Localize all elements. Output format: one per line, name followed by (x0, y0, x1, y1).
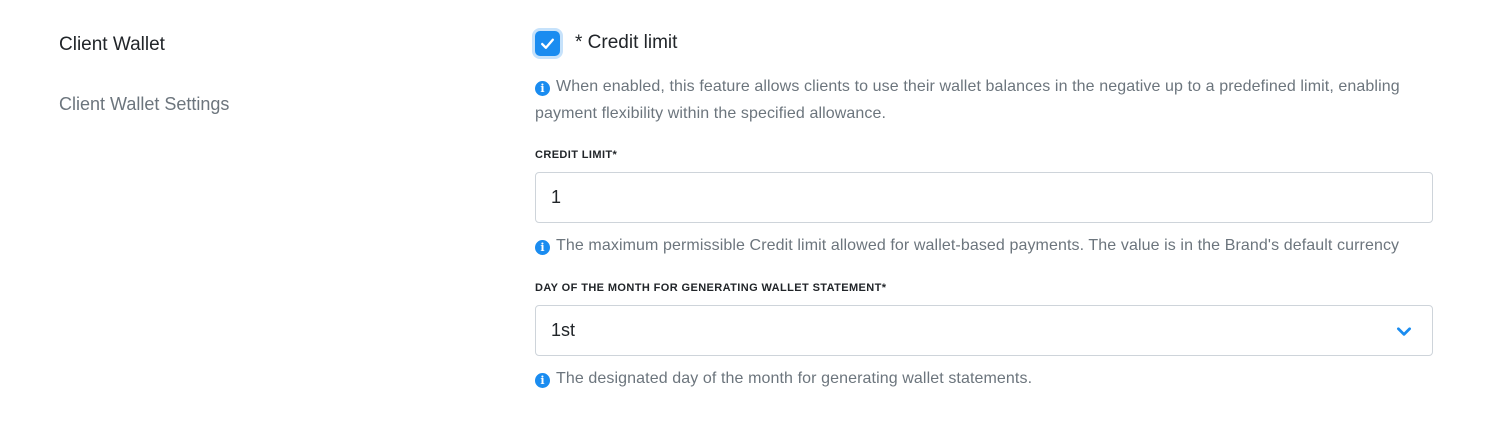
credit-limit-help-text: The maximum permissible Credit limit all… (556, 237, 1400, 254)
settings-form: * Credit limit i When enabled, this featu… (535, 29, 1433, 392)
wallet-settings-page: Client Wallet Client Wallet Settings * C… (0, 0, 1512, 446)
statement-day-help-text: The designated day of the month for gene… (556, 370, 1033, 387)
check-icon (541, 38, 554, 49)
info-circle-icon: i (535, 373, 550, 388)
credit-toggle-help-text: When enabled, this feature allows client… (535, 78, 1400, 122)
section-title: Client Wallet (59, 34, 165, 55)
credit-limit-help: i The maximum permissible Credit limit al… (535, 232, 1433, 259)
statement-day-help: i The designated day of the month for gen… (535, 365, 1433, 392)
statement-day-label: DAY OF THE MONTH FOR GENERATING WALLET S… (535, 282, 887, 294)
section-subtitle: Client Wallet Settings (59, 94, 230, 114)
credit-limit-toggle-row: * Credit limit (535, 29, 1433, 57)
credit-limit-input[interactable]: 1 (535, 172, 1433, 223)
credit-limit-value: 1 (551, 187, 562, 207)
credit-limit-checkbox-label[interactable]: * Credit limit (575, 31, 677, 55)
credit-toggle-help: i When enabled, this feature allows clien… (535, 73, 1433, 127)
credit-limit-label: CREDIT LIMIT* (535, 149, 618, 161)
info-circle-icon: i (535, 81, 550, 96)
chevron-down-icon (1397, 326, 1411, 336)
statement-day-selected: 1st (551, 320, 576, 340)
info-circle-icon: i (535, 240, 550, 255)
section-header: Client Wallet Client Wallet Settings (59, 33, 479, 116)
statement-day-select[interactable]: 1st (535, 305, 1433, 356)
credit-limit-checkbox[interactable] (535, 30, 560, 56)
